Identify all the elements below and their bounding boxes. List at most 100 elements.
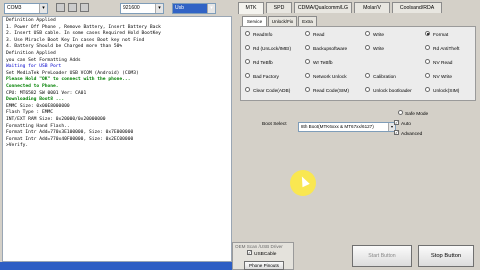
start-button[interactable]: Start Button (352, 245, 412, 267)
checkbox-icon: ✓ (394, 130, 399, 136)
miracle-box-window: COM3 ▾ 921600 ▾ Usb ▾ Definition Applied… (0, 0, 480, 270)
auto-checkbox[interactable]: ✓ Auto (394, 120, 411, 129)
usb-mode-select[interactable]: Usb ▾ (172, 3, 216, 14)
option-bad-factory[interactable]: Bad Factory (245, 73, 279, 83)
usb-driver-group-title: OEM Scan /USB Driver (235, 244, 283, 249)
tab-coolsand-rda[interactable]: Coolsand/RDA (392, 2, 442, 13)
option-rd-antitheft[interactable]: Rd AntiTheft (425, 45, 459, 55)
radio-icon (425, 31, 430, 37)
option-nv-read[interactable]: NV Read (425, 59, 452, 69)
option-backupsoftware[interactable]: Backupsoftware (305, 45, 347, 55)
tab-cdma-qualcomm-lg[interactable]: CDMA/Qualcomm/LG (294, 2, 352, 13)
checkbox-label: Auto (401, 122, 411, 127)
radio-icon (425, 73, 430, 79)
option-read[interactable]: Read (305, 31, 324, 41)
option-unlock-bootloader[interactable]: Unlock bootloader (365, 87, 412, 97)
option-label: Rd TeBfb (253, 61, 273, 66)
tab-mtk[interactable]: MTK (238, 2, 264, 14)
option-label: Calibration (373, 75, 396, 80)
option-unlock-sim-[interactable]: Unlock(SIM) (425, 87, 459, 97)
tab-spd[interactable]: SPD (266, 2, 292, 13)
operation-options: ReadInfo Read Write Format Rd (UnLock/IMEI) B… (240, 26, 476, 101)
usb-cable-checkbox[interactable]: ✓ USBCable (247, 250, 277, 259)
advanced-checkbox[interactable]: ✓ Advanced (394, 130, 422, 139)
boot-select[interactable]: 8th Boot(MTK6xxx & MT67xx/6127) ▾ (298, 122, 396, 132)
phone-pinouts-button[interactable]: Phone Pinouts (244, 261, 284, 270)
option-wr-tebfb[interactable]: Wr TeBfb (305, 59, 333, 69)
tab-molar-v[interactable]: Molar/V (354, 2, 390, 13)
boot-select-label: Boot Select (262, 122, 287, 127)
option-read-code-sim-[interactable]: Read Code(SIM) (305, 87, 349, 97)
checkbox-icon (398, 110, 403, 116)
log-line: INT/EXT RAM Size: 0x20000/0x20000000 (6, 116, 106, 122)
log-output[interactable]: Definition Applied 1. Power Off Phone , R… (2, 16, 232, 262)
option-write[interactable]: Write (365, 45, 384, 55)
radio-icon (245, 59, 250, 65)
radio-icon (245, 87, 250, 93)
progress-fill (0, 262, 236, 270)
usb-cable-label: USBCable (254, 252, 277, 257)
radio-icon (245, 31, 250, 37)
radio-icon (425, 45, 430, 51)
option-format[interactable]: Format (425, 31, 448, 41)
option-write[interactable]: Write (365, 31, 384, 41)
option-label: Read Code(SIM) (313, 89, 349, 94)
radio-icon (245, 45, 250, 51)
log-line: >Verify. (6, 143, 29, 149)
option-clear-code-adb-[interactable]: Clear Code(ADB) (245, 87, 290, 97)
log-line: Waiting for USB Port (6, 64, 62, 70)
option-label: NV Read (433, 61, 453, 66)
subtab-unlock-fix[interactable]: Unlock/Fix (268, 16, 297, 26)
option-label: Backupsoftware (313, 47, 348, 52)
option-calibration[interactable]: Calibration (365, 73, 396, 83)
log-line: 4. Battery Should be Charged more than 5… (6, 44, 123, 50)
safe-mode-checkbox[interactable]: Safe Mode (398, 110, 429, 119)
usb-mode-value: Usb (175, 5, 184, 11)
option-rd-unlock-imei-[interactable]: Rd (UnLock/IMEI) (245, 45, 291, 55)
checkbox-icon: ✓ (247, 250, 252, 256)
radio-icon (305, 59, 310, 65)
option-nv-write[interactable]: NV Write (425, 73, 452, 83)
option-label: Rd (UnLock/IMEI) (253, 47, 292, 52)
log-line: Please Hold "OK" to connect with the pho… (6, 77, 131, 83)
checkbox-icon: ✓ (394, 120, 399, 126)
option-label: Read (313, 33, 325, 38)
log-line: Definition Applied (6, 50, 56, 56)
chevron-down-icon: ▾ (39, 4, 47, 13)
right-panel: MTK SPD CDMA/Qualcomm/LG Molar/V Coolsand/RD… (236, 0, 480, 270)
option-label: ReadInfo (253, 33, 273, 38)
subtab-service[interactable]: Service (242, 16, 267, 26)
baud-rate-select[interactable]: 921600 ▾ (120, 3, 164, 14)
chevron-down-icon: ▾ (155, 4, 163, 13)
option-network-unlock[interactable]: Network Unlock (305, 73, 347, 83)
log-line: Definition Applied (6, 18, 56, 23)
option-label: Unlock bootloader (373, 89, 412, 94)
option-label: Format (433, 33, 449, 38)
chevron-down-icon: ▾ (207, 4, 215, 13)
com-port-value: COM3 (7, 5, 22, 11)
refresh-icon[interactable] (68, 3, 77, 12)
checkbox-label: Safe Mode (405, 112, 429, 117)
option-label: Bad Factory (253, 75, 279, 80)
radio-icon (305, 73, 310, 79)
progress-bar (0, 262, 236, 270)
option-rd-tebfb[interactable]: Rd TeBfb (245, 59, 273, 69)
option-label: Unlock(SIM) (433, 89, 460, 94)
option-label: Rd AntiTheft (433, 47, 460, 52)
option-label: NV Write (433, 75, 453, 80)
stop-button[interactable]: Stop Button (418, 245, 474, 267)
baud-rate-value: 921600 (123, 5, 140, 11)
log-line: 2. Insert USB cable. In some cases Requi… (6, 31, 161, 37)
option-label: Clear Code(ADB) (253, 89, 291, 94)
option-label: Write (373, 33, 385, 38)
option-label: Write (373, 47, 385, 52)
boot-select-value: 8th Boot(MTK6xxx & MT67xx/6127) (301, 124, 374, 129)
radio-icon (365, 73, 370, 79)
com-port-select[interactable]: COM3 ▾ (4, 3, 48, 14)
port-icon[interactable] (56, 3, 65, 12)
settings-icon[interactable] (80, 3, 89, 12)
subtab-extra[interactable]: Extra (298, 16, 317, 26)
log-line: Connected to Phone. (6, 83, 59, 89)
radio-icon (305, 87, 310, 93)
option-readinfo[interactable]: ReadInfo (245, 31, 272, 41)
